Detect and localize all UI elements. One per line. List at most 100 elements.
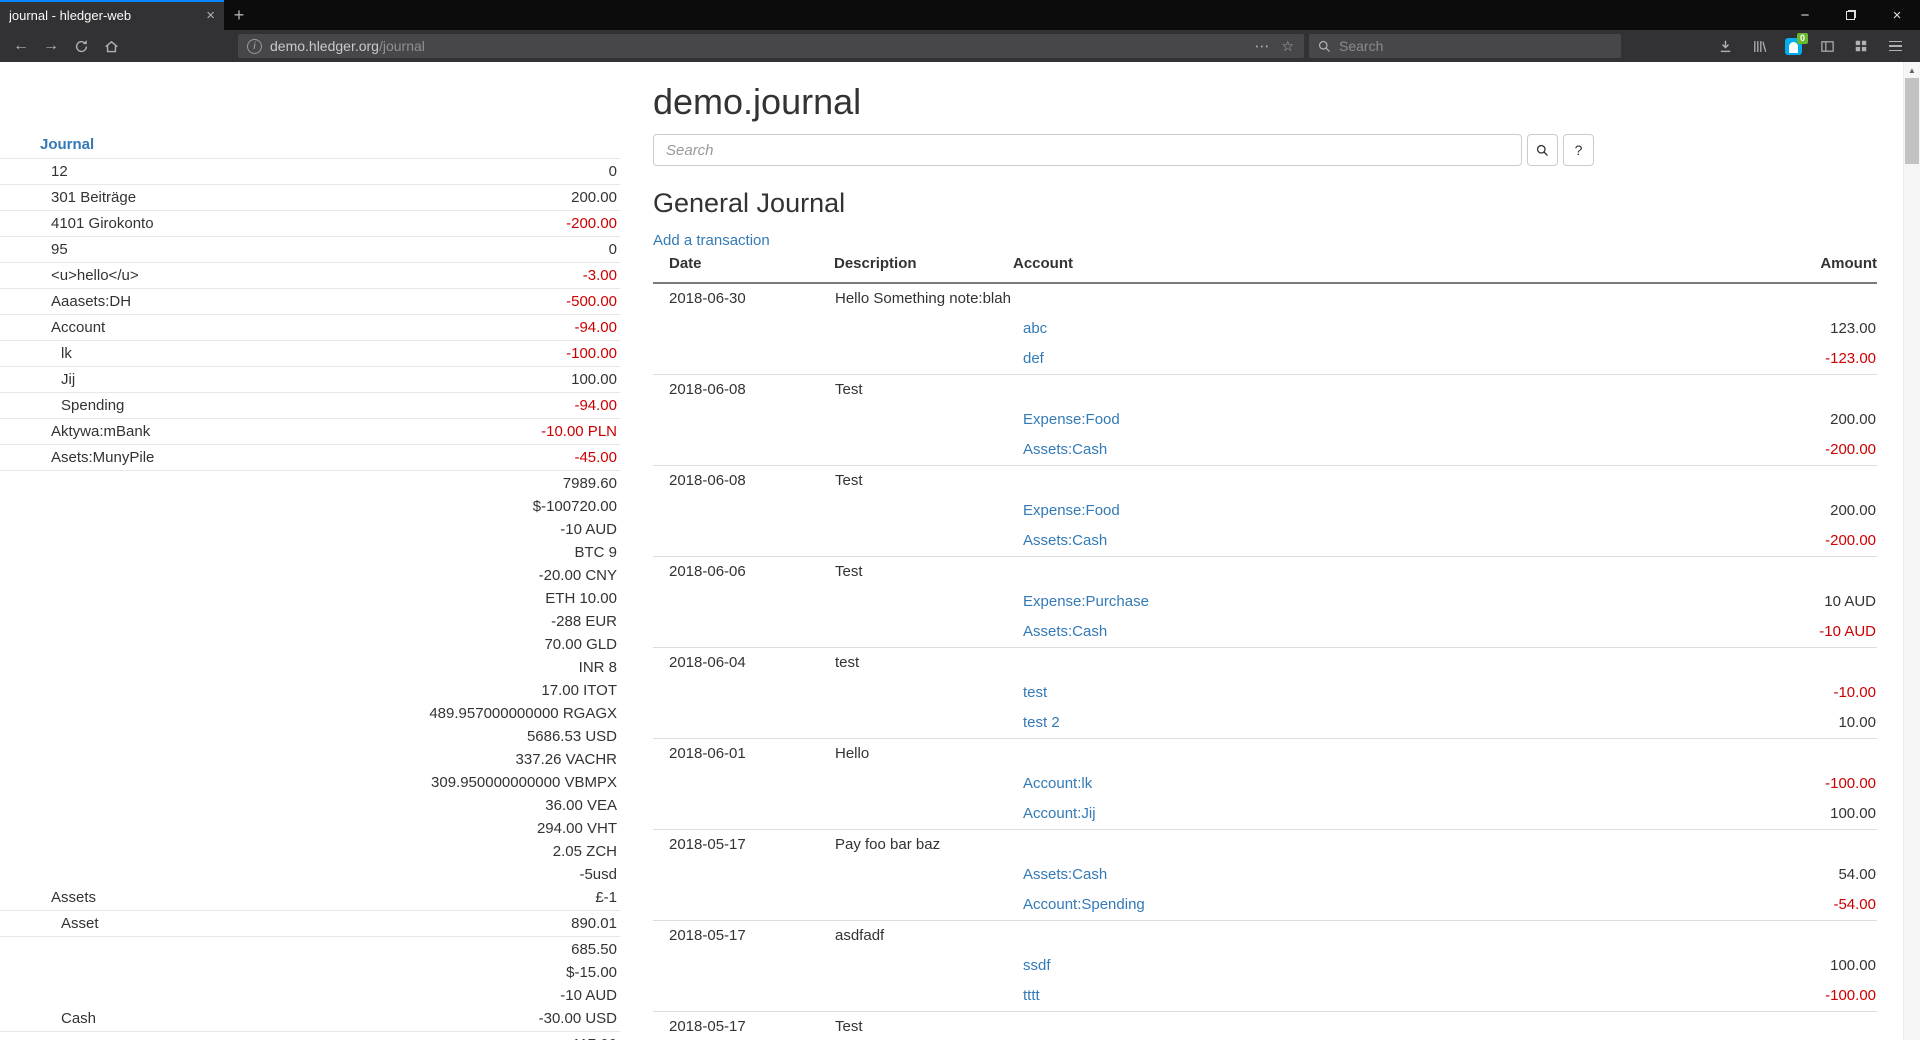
sidebar-account-link[interactable]: 301 Beiträge — [51, 189, 136, 206]
posting-amount: -54.00 — [1513, 890, 1877, 921]
sidebar-account-row: Aktywa:mBank-10.00 PLN — [0, 419, 620, 445]
sidebar-account-link[interactable]: 12 — [51, 163, 68, 180]
sidebar-account-link[interactable]: Asets:MunyPile — [51, 449, 154, 466]
posting-account-cell: Expense:Food — [1013, 405, 1513, 435]
posting-account-link[interactable]: def — [1023, 350, 1044, 367]
sidebar-account-link[interactable]: Account — [51, 319, 105, 336]
new-tab-button[interactable]: + — [224, 0, 254, 30]
posting-row: Account:Spending -54.00 — [653, 890, 1877, 921]
grid-icon — [1854, 39, 1868, 53]
scroll-up-icon[interactable]: ▲ — [1904, 62, 1920, 78]
add-transaction-link[interactable]: Add a transaction — [653, 232, 770, 250]
forward-button[interactable]: → — [36, 32, 66, 60]
sidebar-account-link[interactable]: 4101 Girokonto — [51, 215, 154, 232]
home-button[interactable] — [96, 32, 126, 60]
url-bar[interactable]: i demo.hledger.org/journal ⋯ ☆ — [238, 34, 1304, 58]
account-balance: -10 AUD — [279, 984, 617, 1007]
transaction-row: 2018-05-17Pay foo bar baz — [653, 830, 1877, 861]
library-button[interactable] — [1742, 32, 1776, 60]
account-balance-cell: -200.00 — [278, 211, 620, 237]
sidebar-account-link[interactable]: Cash — [61, 1010, 96, 1027]
posting-account-link[interactable]: Assets:Cash — [1023, 532, 1107, 549]
journal-search-input[interactable] — [653, 134, 1522, 166]
posting-account-link[interactable]: Assets:Cash — [1023, 441, 1107, 458]
scrollbar-thumb[interactable] — [1905, 78, 1919, 164]
window-minimize-button[interactable]: − — [1782, 0, 1828, 30]
site-info-icon[interactable]: i — [247, 39, 262, 54]
ghostery-extension-button[interactable]: 0 — [1776, 32, 1810, 60]
ghostery-badge: 0 — [1797, 33, 1808, 44]
posting-account-link[interactable]: ssdf — [1023, 957, 1051, 974]
account-balance: -288 EUR — [279, 610, 617, 633]
browser-search-field[interactable]: Search — [1309, 34, 1621, 58]
sidebar-account-link[interactable]: Assets — [51, 889, 96, 906]
tab-close-icon[interactable]: × — [206, 7, 215, 24]
transaction-description: Hello Something note:blah — [834, 283, 1013, 314]
transaction-description: Hello — [834, 739, 1013, 770]
account-balance-cell: -100.00 — [278, 341, 620, 367]
sidebar-account-link[interactable]: Jij — [61, 371, 75, 388]
sidebar-account-link[interactable]: Aktywa:mBank — [51, 423, 150, 440]
account-balance: -94.00 — [279, 316, 617, 339]
posting-account-cell: test 2 — [1013, 708, 1513, 739]
window-close-button[interactable]: × — [1874, 0, 1920, 30]
sidebar-account-row: Account -94.00 — [0, 315, 620, 341]
downloads-button[interactable] — [1708, 32, 1742, 60]
transaction-date: 2018-06-08 — [653, 466, 834, 497]
posting-amount: 10.00 — [1513, 708, 1877, 739]
posting-amount: -10 AUD — [1513, 617, 1877, 648]
activity-grid-button[interactable] — [1844, 32, 1878, 60]
tab-bar: journal - hledger-web × + − × — [0, 0, 1920, 30]
sidebar-toggle-button[interactable] — [1810, 32, 1844, 60]
posting-account-link[interactable]: tttt — [1023, 987, 1040, 1004]
account-balance: 5686.53 USD — [279, 725, 617, 748]
page-actions-icon[interactable]: ⋯ — [1254, 37, 1269, 55]
posting-account-link[interactable]: Account:lk — [1023, 775, 1092, 792]
account-balance: 0 — [279, 238, 617, 261]
main-content: demo.journal ? General Journal Add a tra… — [653, 62, 1877, 1040]
posting-account-link[interactable]: Expense:Purchase — [1023, 593, 1149, 610]
posting-account-link[interactable]: test 2 — [1023, 714, 1060, 731]
sidebar-account-link[interactable]: Spending — [61, 397, 124, 414]
sidebar-account-link[interactable]: 95 — [51, 241, 68, 258]
transaction-row: 2018-06-04test — [653, 648, 1877, 679]
account-balance: £-1 — [279, 886, 617, 909]
account-balance: 36.00 VEA — [279, 794, 617, 817]
sidebar-account-link[interactable]: Asset — [61, 915, 99, 932]
posting-account-link[interactable]: Assets:Cash — [1023, 623, 1107, 640]
sidebar-account-row: -117.00 — [0, 1032, 620, 1040]
posting-row: Expense:Food200.00 — [653, 496, 1877, 526]
posting-account-link[interactable]: abc — [1023, 320, 1047, 337]
posting-account-link[interactable]: Account:Spending — [1023, 896, 1145, 913]
sidebar-toggle-icon — [1820, 39, 1835, 54]
forward-icon: → — [43, 37, 59, 55]
account-balance-cell: 890.01 — [278, 911, 620, 937]
sidebar-account-link[interactable]: Aaasets:DH — [51, 293, 131, 310]
menu-button[interactable] — [1878, 32, 1912, 60]
account-balance-cell: -117.00 — [278, 1032, 620, 1040]
bookmark-star-icon[interactable]: ☆ — [1281, 38, 1294, 55]
posting-row: ssdf100.00 — [653, 951, 1877, 981]
account-balance: ETH 10.00 — [279, 587, 617, 610]
posting-account-cell: Account:Spending — [1013, 890, 1513, 921]
sidebar-account-link[interactable]: <u>hello</u> — [51, 267, 139, 284]
browser-tab[interactable]: journal - hledger-web × — [0, 0, 224, 30]
posting-account-cell: Expense:Food — [1013, 496, 1513, 526]
posting-account-cell: Assets:Cash — [1013, 860, 1513, 890]
account-name-cell: 12 — [0, 159, 278, 185]
page-scrollbar[interactable]: ▲ — [1903, 62, 1920, 1040]
sidebar-journal-link[interactable]: Journal — [40, 136, 94, 153]
posting-account-link[interactable]: Expense:Food — [1023, 411, 1120, 428]
reload-button[interactable] — [66, 32, 96, 60]
search-help-button[interactable]: ? — [1563, 134, 1594, 166]
back-button[interactable]: ← — [6, 32, 36, 60]
window-restore-button[interactable] — [1828, 0, 1874, 30]
sidebar-account-link[interactable]: lk — [61, 345, 72, 362]
posting-account-link[interactable]: Assets:Cash — [1023, 866, 1107, 883]
posting-account-link[interactable]: Expense:Food — [1023, 502, 1120, 519]
posting-account-link[interactable]: test — [1023, 684, 1047, 701]
posting-account-link[interactable]: Account:Jij — [1023, 805, 1096, 822]
sidebar-account-row: 120 — [0, 159, 620, 185]
journal-search-button[interactable] — [1527, 134, 1558, 166]
account-name-cell: Asset — [0, 911, 278, 937]
